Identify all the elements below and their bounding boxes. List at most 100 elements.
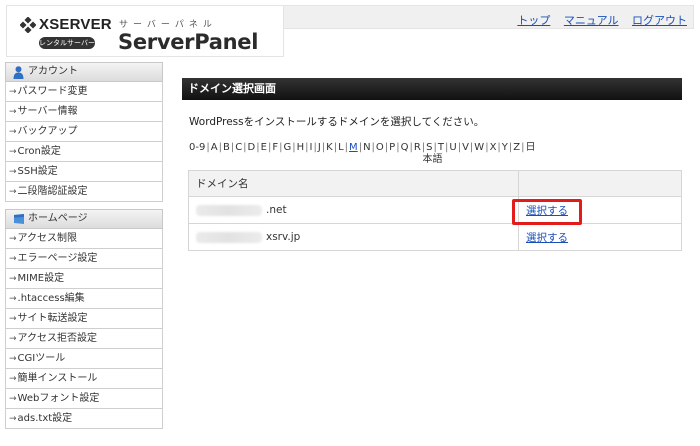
alpha-nav-separator: | — [333, 142, 338, 153]
arrow-right-icon: → — [9, 354, 17, 364]
sidebar-item-access-restriction[interactable]: →アクセス制限 — [6, 229, 162, 249]
manual-link[interactable]: マニュアル — [564, 14, 619, 27]
alpha-nav-item[interactable]: B — [223, 142, 230, 153]
alpha-nav-separator: | — [256, 142, 260, 153]
alpha-nav-separator: | — [445, 142, 449, 153]
alpha-nav-separator: | — [457, 142, 462, 153]
sidebar-item-access-deny[interactable]: →アクセス拒否設定 — [6, 329, 162, 349]
domain-table: ドメイン名 .net 選択する xsrv.jp 選択する — [188, 170, 682, 251]
account-section-header: アカウント — [5, 62, 163, 82]
alpha-nav-item-wrap[interactable]: 本語 — [189, 154, 676, 166]
arrow-right-icon: → — [9, 294, 17, 304]
header-links: トップ マニュアル ログアウト — [507, 12, 687, 28]
top-link[interactable]: トップ — [517, 14, 550, 27]
alpha-nav-item[interactable]: P — [389, 142, 395, 153]
arrow-right-icon: → — [9, 167, 17, 177]
alpha-nav-separator: | — [358, 142, 363, 153]
account-icon — [13, 66, 24, 79]
arrow-right-icon: → — [9, 254, 17, 264]
domain-cell: .net — [188, 196, 519, 224]
homepage-menu: →アクセス制限 →エラーページ設定 →MIME設定 →.htaccess編集 →… — [5, 229, 163, 429]
alpha-nav-item[interactable]: 0-9 — [189, 142, 205, 153]
alpha-nav-item[interactable]: W — [474, 142, 484, 153]
alpha-nav-separator: | — [421, 142, 426, 153]
sidebar-item-backup[interactable]: →バックアップ — [6, 122, 162, 142]
alpha-nav-separator: | — [409, 142, 413, 153]
alpha-nav-separator: | — [267, 142, 272, 153]
logout-link[interactable]: ログアウト — [632, 14, 687, 27]
arrow-right-icon: → — [9, 87, 17, 97]
alpha-nav-separator: | — [243, 142, 247, 153]
alpha-nav-item[interactable]: Y — [502, 142, 508, 153]
sidebar-item-webfont[interactable]: →Webフォント設定 — [6, 389, 162, 409]
arrow-right-icon: → — [9, 234, 17, 244]
alpha-nav-separator: | — [396, 142, 400, 153]
instruction-text: WordPressをインストールするドメインを選択してください。 — [189, 116, 485, 128]
xserver-logo-icon — [20, 17, 36, 33]
alpha-nav-item[interactable]: L — [338, 142, 344, 153]
alpha-nav-item[interactable]: C — [235, 142, 242, 153]
brand-name: XSERVER — [39, 16, 112, 33]
alpha-nav-item[interactable]: 日 — [526, 142, 536, 153]
alpha-nav-item[interactable]: I — [310, 142, 313, 153]
sidebar-item-ssh[interactable]: →SSH設定 — [6, 162, 162, 182]
alpha-nav-separator: | — [469, 142, 474, 153]
alpha-nav-item[interactable]: G — [283, 142, 291, 153]
alpha-nav-item[interactable]: R — [414, 142, 421, 153]
alpha-nav-separator: | — [433, 142, 437, 153]
alpha-nav-item[interactable]: T — [438, 142, 444, 153]
alpha-nav-separator: | — [230, 142, 235, 153]
sidebar-item-site-redirect[interactable]: →サイト転送設定 — [6, 309, 162, 329]
sidebar-item-password[interactable]: →パスワード変更 — [6, 82, 162, 102]
sidebar-item-error-page[interactable]: →エラーページ設定 — [6, 249, 162, 269]
sidebar-item-mime[interactable]: →MIME設定 — [6, 269, 162, 289]
alpha-nav-separator: | — [371, 142, 375, 153]
alpha-nav-item[interactable]: H — [297, 142, 305, 153]
alpha-nav-item[interactable]: U — [449, 142, 456, 153]
alpha-nav-item[interactable]: V — [462, 142, 469, 153]
alpha-nav-item[interactable]: A — [211, 142, 218, 153]
alpha-nav-separator: | — [497, 142, 501, 153]
alpha-nav-item[interactable]: D — [248, 142, 256, 153]
homepage-section-title: ホームページ — [28, 213, 88, 224]
sidebar-item-server-info[interactable]: →サーバー情報 — [6, 102, 162, 122]
alpha-nav-item[interactable]: S — [426, 142, 432, 153]
alpha-nav-separator: | — [485, 142, 489, 153]
alpha-nav-item[interactable]: Z — [513, 142, 520, 153]
alpha-nav-separator: | — [279, 142, 283, 153]
alpha-nav-item[interactable]: X — [490, 142, 497, 153]
alpha-nav-item[interactable]: J — [318, 142, 321, 153]
arrow-right-icon: → — [9, 127, 17, 137]
sidebar-item-cron[interactable]: →Cron設定 — [6, 142, 162, 162]
arrow-right-icon: → — [9, 107, 17, 117]
action-column-header — [518, 170, 682, 197]
alpha-nav-item[interactable]: E — [261, 142, 267, 153]
alpha-nav-item[interactable]: M — [349, 142, 358, 153]
sidebar-item-ads-txt[interactable]: →ads.txt設定 — [6, 409, 162, 429]
logo[interactable]: XSERVER レンタルサーバー サーバーパネル ServerPanel — [6, 5, 284, 57]
sidebar-item-htaccess[interactable]: →.htaccess編集 — [6, 289, 162, 309]
rental-badge: レンタルサーバー — [39, 37, 95, 49]
domain-column-header: ドメイン名 — [188, 170, 519, 197]
alpha-nav-separator: | — [218, 142, 222, 153]
alpha-nav-separator: | — [321, 142, 326, 153]
homepage-icon — [14, 214, 24, 224]
alpha-nav-item[interactable]: O — [376, 142, 384, 153]
sidebar-item-two-factor[interactable]: →二段階認証設定 — [6, 182, 162, 202]
arrow-right-icon: → — [9, 374, 17, 384]
account-section-title: アカウント — [28, 66, 78, 77]
sidebar: アカウント →パスワード変更 →サーバー情報 →バックアップ →Cron設定 →… — [5, 62, 163, 429]
alpha-nav-item[interactable]: K — [326, 142, 333, 153]
arrow-right-icon: → — [9, 334, 17, 344]
alpha-nav-item[interactable]: F — [272, 142, 278, 153]
sidebar-item-easy-install[interactable]: →簡単インストール — [6, 369, 162, 389]
alpha-nav-item[interactable]: N — [363, 142, 370, 153]
select-domain-link[interactable]: 選択する — [526, 232, 568, 244]
arrow-right-icon: → — [9, 314, 17, 324]
highlight-box — [512, 199, 582, 225]
alpha-nav-separator: | — [344, 142, 349, 153]
alpha-nav-item[interactable]: Q — [401, 142, 409, 153]
alpha-nav-separator: | — [521, 142, 525, 153]
domain-cell: xsrv.jp — [188, 223, 519, 251]
sidebar-item-cgi-tool[interactable]: →CGIツール — [6, 349, 162, 369]
